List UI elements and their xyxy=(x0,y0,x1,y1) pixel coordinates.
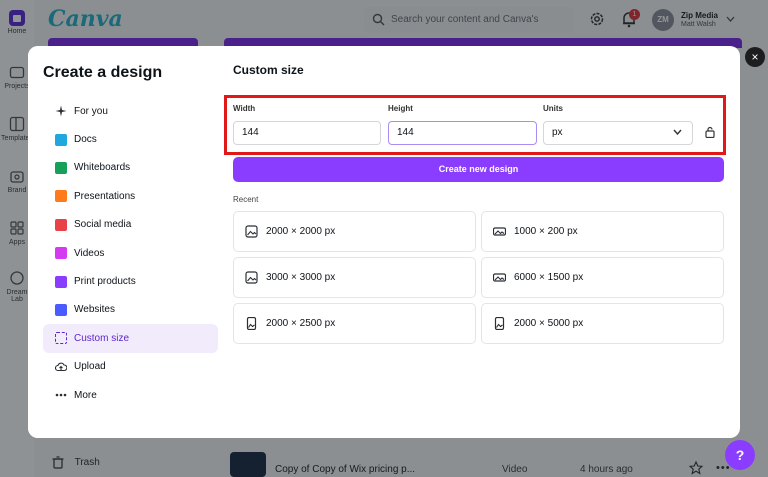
more-dots-icon xyxy=(55,393,67,397)
nav-item-videos[interactable]: Videos xyxy=(43,239,218,267)
nav-label: Social media xyxy=(74,219,132,231)
nav-item-websites[interactable]: Websites xyxy=(43,296,218,324)
nav-item-custom-size[interactable]: Custom size xyxy=(43,324,218,353)
dialog-title: Create a design xyxy=(43,64,163,81)
recent-label: Recent xyxy=(233,195,259,204)
nav-item-more[interactable]: More xyxy=(43,381,218,409)
recent-size-label: 1000 × 200 px xyxy=(514,226,578,237)
nav-label: Upload xyxy=(74,361,106,373)
recent-size-card[interactable]: 3000 × 3000 px xyxy=(233,257,476,298)
help-button[interactable]: ? xyxy=(725,440,755,470)
section-title: Custom size xyxy=(233,63,304,77)
units-label: Units xyxy=(543,104,563,113)
image-wide-icon xyxy=(493,227,506,236)
custom-size-panel: Custom size Width 144 Height 144 Units p… xyxy=(224,46,740,438)
close-button[interactable]: × xyxy=(745,47,765,67)
height-label: Height xyxy=(388,104,413,113)
whiteboard-icon xyxy=(55,161,67,174)
recent-size-label: 6000 × 1500 px xyxy=(514,272,584,283)
nav-label: Docs xyxy=(74,134,97,146)
nav-item-for-you[interactable]: For you xyxy=(43,97,218,125)
recent-size-label: 3000 × 3000 px xyxy=(266,272,336,283)
recent-size-card[interactable]: 2000 × 2000 px xyxy=(233,211,476,252)
nav-label: Whiteboards xyxy=(74,162,131,174)
nav-item-print-products[interactable]: Print products xyxy=(43,267,218,295)
units-select[interactable]: px xyxy=(543,121,693,145)
recent-size-label: 2000 × 2000 px xyxy=(266,226,336,237)
recent-size-card[interactable]: 2000 × 2500 px xyxy=(233,303,476,344)
category-nav: For you Docs Whiteboards Presentations S… xyxy=(43,97,218,409)
recent-size-card[interactable]: 1000 × 200 px xyxy=(481,211,724,252)
nav-item-docs[interactable]: Docs xyxy=(43,125,218,153)
nav-label: Print products xyxy=(74,276,136,288)
nav-item-upload[interactable]: Upload xyxy=(43,353,218,381)
recent-size-label: 2000 × 5000 px xyxy=(514,318,584,329)
print-icon xyxy=(55,275,67,288)
heart-icon xyxy=(55,218,67,231)
cloud-upload-icon xyxy=(55,362,67,371)
nav-item-whiteboards[interactable]: Whiteboards xyxy=(43,154,218,182)
sparkle-icon xyxy=(55,105,67,117)
video-icon xyxy=(55,247,67,260)
chevron-down-icon xyxy=(673,129,682,135)
width-label: Width xyxy=(233,104,256,113)
image-wide-icon xyxy=(493,273,506,282)
presentation-icon xyxy=(55,190,67,203)
image-portrait-icon xyxy=(494,317,505,330)
image-portrait-icon xyxy=(246,317,257,330)
image-square-icon xyxy=(245,225,258,238)
recent-size-label: 2000 × 2500 px xyxy=(266,318,336,329)
custom-size-icon xyxy=(55,332,67,345)
docs-icon xyxy=(55,133,67,146)
nav-label: Custom size xyxy=(74,332,130,344)
image-square-icon xyxy=(245,271,258,284)
nav-label: More xyxy=(74,389,97,401)
recent-size-card[interactable]: 6000 × 1500 px xyxy=(481,257,724,298)
nav-label: Websites xyxy=(74,304,115,316)
create-design-dialog: Create a design For you Docs Whiteboards… xyxy=(28,46,740,438)
nav-item-social-media[interactable]: Social media xyxy=(43,211,218,239)
nav-label: Videos xyxy=(74,247,105,259)
lock-icon[interactable] xyxy=(705,126,715,138)
dialog-sidebar: Create a design For you Docs Whiteboards… xyxy=(28,46,224,438)
recent-size-card[interactable]: 2000 × 5000 px xyxy=(481,303,724,344)
website-icon xyxy=(55,303,67,316)
width-field[interactable]: 144 xyxy=(233,121,381,145)
nav-label: Presentations xyxy=(74,190,136,202)
create-new-design-button[interactable]: Create new design xyxy=(233,157,724,182)
units-value: px xyxy=(552,127,563,138)
nav-item-presentations[interactable]: Presentations xyxy=(43,182,218,210)
height-field[interactable]: 144 xyxy=(388,121,537,145)
nav-label: For you xyxy=(74,105,108,117)
